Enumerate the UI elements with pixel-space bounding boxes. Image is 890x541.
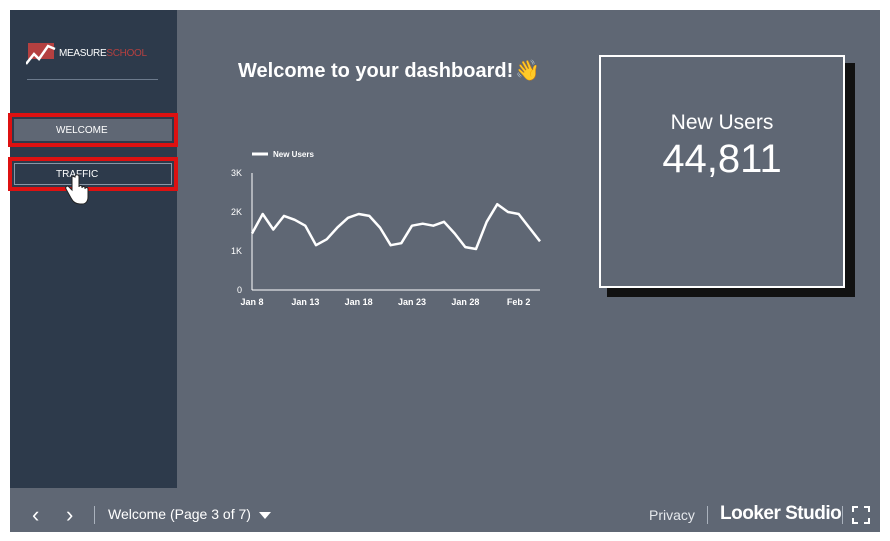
y-tick-label: 2K [231,207,242,217]
nav-button-welcome[interactable]: WELCOME [8,113,178,147]
report-footer: ‹ › Welcome (Page 3 of 7) Privacy Looker… [10,496,880,532]
series-line-new-users [250,202,541,251]
logo-chart-icon [26,43,56,65]
page-selector[interactable]: Welcome (Page 3 of 7) [108,506,271,522]
footer-divider [707,506,708,524]
x-tick-label: Feb 2 [507,297,531,307]
page-selector-label: Welcome (Page 3 of 7) [108,506,251,522]
legend-label: New Users [273,150,314,159]
brand-logo: MEASURESCHOOL [26,40,161,66]
chevron-down-icon [258,511,271,519]
x-tick-label: Jan 23 [398,297,426,307]
hand-cursor-icon [65,174,89,205]
new-users-scorecard: New Users 44,811 [599,55,845,288]
waving-hand-icon: 👋 [515,60,541,82]
footer-divider [842,506,843,524]
scorecard-value: 44,811 [662,137,782,181]
logo-text: MEASURESCHOOL [59,48,147,59]
dashboard-title-text: Welcome to your dashboard! [238,60,514,82]
y-tick-label: 1K [231,246,242,256]
x-tick-label: Jan 28 [451,297,479,307]
looker-studio-logo[interactable]: Looker Studio [720,503,842,525]
privacy-link[interactable]: Privacy [649,507,695,523]
next-page-button[interactable]: › [66,502,73,528]
previous-page-button[interactable]: ‹ [32,502,39,528]
footer-divider [94,506,95,524]
y-tick-label: 0 [237,285,242,295]
y-tick-label: 3K [231,168,242,178]
x-tick-label: Jan 8 [240,297,263,307]
dashboard-title: Welcome to your dashboard! 👋 [238,58,540,83]
logo-divider [27,79,158,80]
nav-button-welcome-label: WELCOME [56,125,108,136]
x-tick-label: Jan 13 [291,297,319,307]
new-users-line-chart: 0 1K 2K 3K Jan 8 Jan 13 Jan 18 Jan 23 Jan 28 Feb … [231,150,541,307]
fullscreen-icon[interactable] [852,506,870,524]
scorecard-label: New Users [670,111,774,134]
x-tick-label: Jan 18 [345,297,373,307]
sidebar [10,10,177,488]
nav-button-traffic[interactable]: TRAFFIC [8,157,178,191]
